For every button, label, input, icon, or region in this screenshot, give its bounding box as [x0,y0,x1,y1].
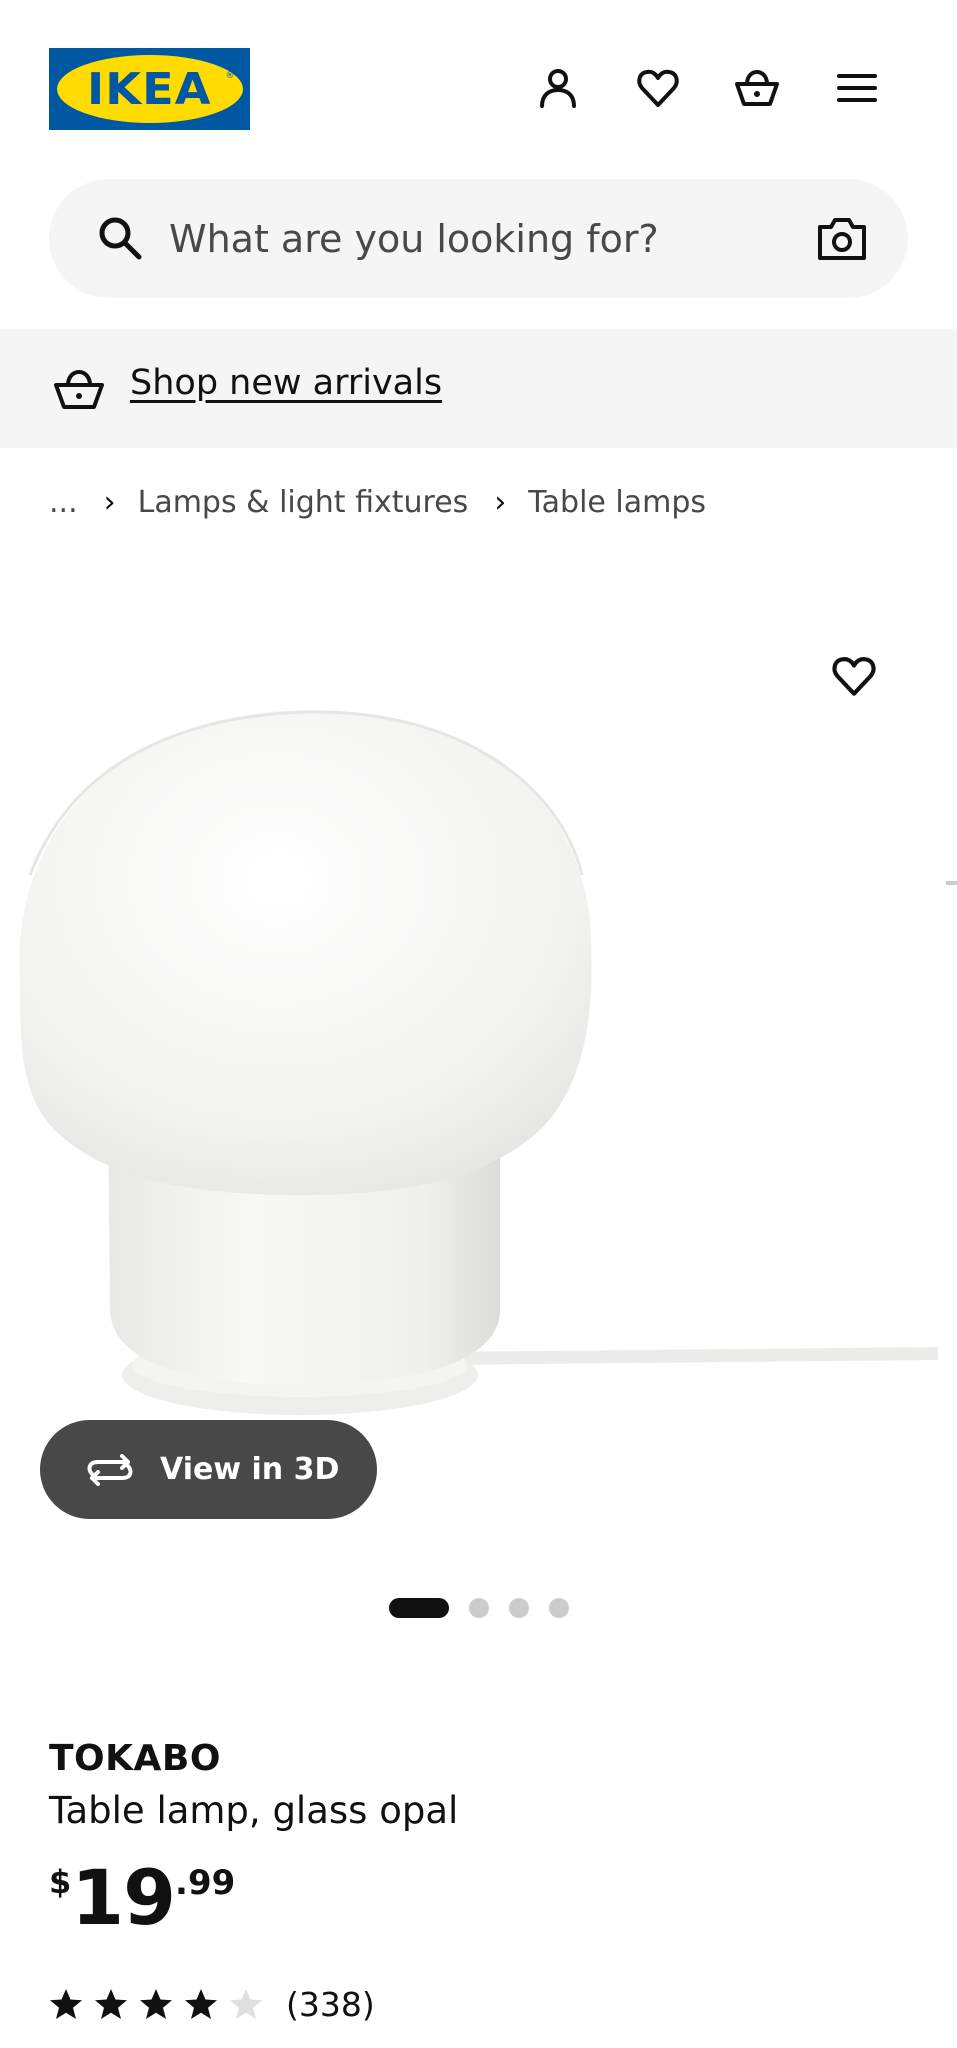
table-lamp-image [19,710,938,1415]
shopping-bag-icon[interactable] [729,60,785,116]
shop-new-arrivals-link[interactable]: Shop new arrivals [130,363,442,403]
price-currency: $ [49,1863,72,1901]
breadcrumb-ellipsis[interactable]: ... [49,485,78,520]
camera-icon[interactable] [816,213,868,265]
search-bar [49,179,908,298]
review-count: (338) [286,1984,375,2024]
product-description: Table lamp, glass opal [49,1789,459,1832]
product-name: TOKABO [49,1738,221,1779]
ikea-logo[interactable]: IKEA ® [49,48,250,130]
view-in-3d-label: View in 3D [160,1452,340,1487]
star-filled-icon [50,1989,82,2019]
product-price: $ 19 .99 [49,1855,235,1941]
logo-text: IKEA [87,63,212,115]
star-filled-icon [95,1989,127,2019]
carousel-dot-4[interactable] [549,1598,569,1618]
view-in-3d-button[interactable]: View in 3D [40,1420,377,1519]
product-image[interactable] [0,620,957,1560]
heart-icon[interactable] [630,60,686,116]
chevron-right-icon: › [494,484,507,520]
rotate-3d-icon [87,1453,133,1486]
image-carousel-indicator [389,1597,589,1619]
star-filled-icon [140,1989,172,2019]
add-to-favorites-heart-icon[interactable] [829,651,885,707]
promo-banner: Shop new arrivals [0,329,957,448]
search-icon[interactable] [95,213,145,263]
logo-oval: IKEA ® [56,55,243,123]
star-empty-icon [230,1989,262,2019]
breadcrumb-lamps-light-fixtures[interactable]: Lamps & light fixtures [138,485,469,520]
shopping-bag-icon [54,370,104,409]
breadcrumb-table-lamps[interactable]: Table lamps [528,485,706,520]
product-rating[interactable]: (338) [49,1980,375,2028]
breadcrumb: ... › Lamps & light fixtures › Table lam… [49,480,706,524]
carousel-dot-3[interactable] [509,1598,529,1618]
carousel-dot-2[interactable] [469,1598,489,1618]
chevron-right-icon: › [103,484,116,520]
price-integer: 19 [71,1853,176,1942]
registered-mark: ® [225,71,235,81]
star-filled-icon [185,1989,217,2019]
search-input[interactable] [169,207,729,271]
price-decimal: .99 [175,1863,236,1903]
carousel-dot-1[interactable] [389,1598,449,1618]
hamburger-menu-icon[interactable] [829,60,885,116]
site-header: IKEA ® [0,0,957,178]
user-icon[interactable] [530,60,586,116]
next-image-peek [946,881,957,885]
